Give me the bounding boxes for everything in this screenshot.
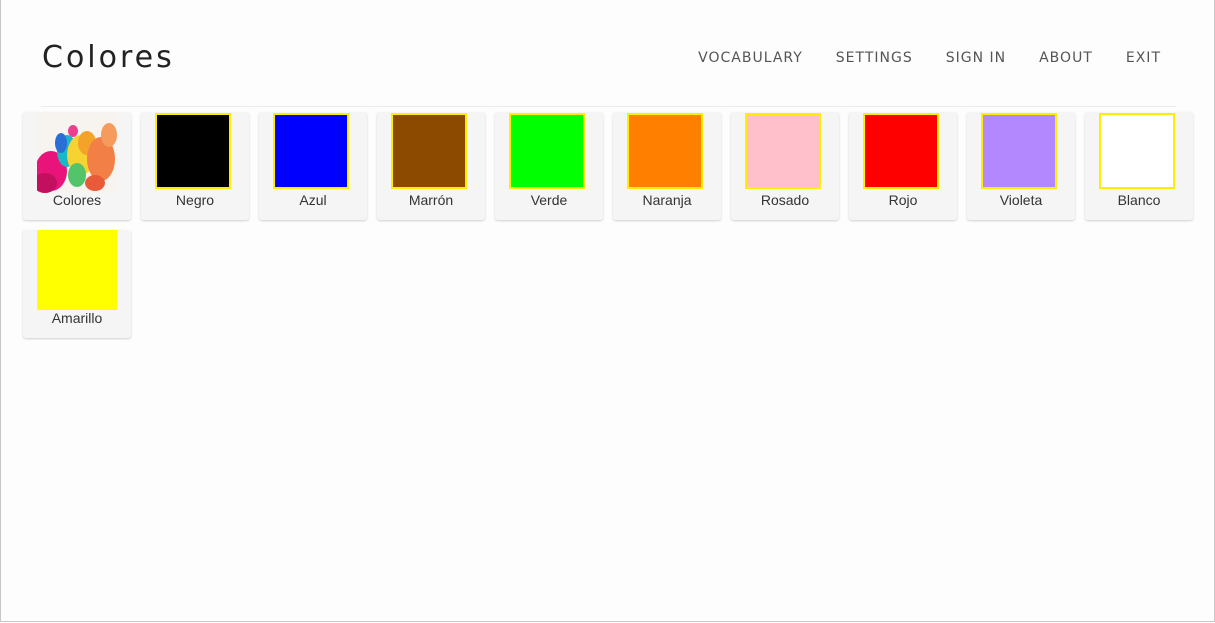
- tile-azul[interactable]: Azul: [259, 112, 367, 220]
- color-swatch: [1099, 113, 1175, 189]
- app-window: Colores VOCABULARY SETTINGS SIGN IN ABOU…: [0, 0, 1215, 622]
- color-swatch: [863, 113, 939, 189]
- tile-colores[interactable]: Colores: [23, 112, 131, 220]
- tile-label: Azul: [299, 192, 327, 208]
- tile-amarillo[interactable]: Amarillo: [23, 230, 131, 338]
- tile-label: Negro: [175, 192, 215, 208]
- nav-settings[interactable]: SETTINGS: [836, 48, 913, 68]
- color-swatch: [745, 113, 821, 189]
- tile-violeta[interactable]: Violeta: [967, 112, 1075, 220]
- tile-label: Colores: [52, 192, 102, 208]
- color-swatch: [391, 113, 467, 189]
- tile-label: Marrón: [408, 192, 454, 208]
- tile-label: Amarillo: [51, 310, 103, 326]
- tile-blanco[interactable]: Blanco: [1085, 112, 1193, 220]
- colored-ink-splash-image: [37, 113, 117, 193]
- color-swatch: [981, 113, 1057, 189]
- tile-label: Rosado: [760, 192, 810, 208]
- color-swatch: [509, 113, 585, 189]
- tile-label: Blanco: [1117, 192, 1161, 208]
- tile-verde[interactable]: Verde: [495, 112, 603, 220]
- nav-exit[interactable]: EXIT: [1126, 48, 1161, 68]
- tile-naranja[interactable]: Naranja: [613, 112, 721, 220]
- nav-about[interactable]: ABOUT: [1039, 48, 1093, 68]
- tile-label: Naranja: [642, 192, 692, 208]
- page-title: Colores: [42, 40, 175, 75]
- color-swatch: [37, 230, 117, 310]
- tile-negro[interactable]: Negro: [141, 112, 249, 220]
- top-nav: VOCABULARY SETTINGS SIGN IN ABOUT EXIT: [665, 48, 1161, 68]
- nav-vocabulary[interactable]: VOCABULARY: [698, 48, 803, 68]
- tile-rojo[interactable]: Rojo: [849, 112, 957, 220]
- header: Colores VOCABULARY SETTINGS SIGN IN ABOU…: [41, 0, 1176, 107]
- color-swatch: [273, 113, 349, 189]
- tile-rosado[interactable]: Rosado: [731, 112, 839, 220]
- color-swatch: [155, 113, 231, 189]
- tile-label: Violeta: [999, 192, 1043, 208]
- tile-label: Rojo: [888, 192, 918, 208]
- nav-sign-in[interactable]: SIGN IN: [946, 48, 1006, 68]
- tile-label: Verde: [530, 192, 568, 208]
- tile-marron[interactable]: Marrón: [377, 112, 485, 220]
- color-swatch: [627, 113, 703, 189]
